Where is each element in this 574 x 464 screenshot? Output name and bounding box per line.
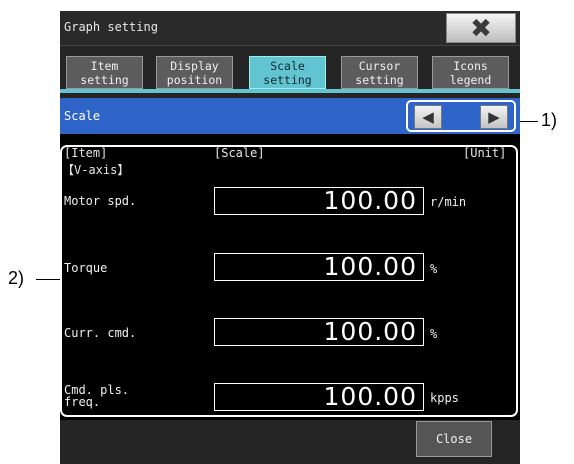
scale-input-torque[interactable]: 100.00: [214, 252, 424, 281]
callout-line-2: [36, 279, 60, 280]
unit-command-pulse-frequency: kpps: [430, 391, 459, 405]
row-label-torque: Torque: [64, 261, 108, 275]
row-label-motor-speed: Motor spd.: [64, 194, 137, 208]
triangle-right-icon: ▶: [488, 108, 500, 126]
tab-cursor-setting[interactable]: Cursor setting: [341, 56, 418, 89]
row-label-command-pulse-frequency: Cmd. pls. freq.: [64, 383, 130, 409]
triangle-left-icon: ◀: [422, 108, 434, 126]
column-header-unit: [Unit]: [463, 146, 507, 160]
column-header-scale: [Scale]: [214, 146, 265, 160]
unit-motor-speed: r/min: [430, 195, 467, 209]
scale-input-current-command[interactable]: 100.00: [214, 317, 424, 346]
tab-icons-legend[interactable]: Icons legend: [432, 56, 509, 89]
close-button[interactable]: Close: [416, 421, 492, 457]
callout-2: 2): [8, 268, 25, 288]
tab-item-setting[interactable]: Item setting: [66, 56, 143, 89]
tab-scale-setting[interactable]: Scale setting: [249, 56, 326, 89]
scale-value: 100.00: [323, 317, 417, 346]
scale-list-frame: [60, 145, 518, 417]
scale-value: 100.00: [323, 252, 417, 281]
unit-current-command: %: [430, 327, 438, 341]
scale-bar-label: Scale: [64, 109, 101, 123]
axis-label: 【V-axis】: [62, 163, 130, 177]
scale-input-motor-speed[interactable]: 100.00: [214, 186, 424, 215]
close-x-icon: ✖: [470, 14, 492, 44]
title-bar: Graph setting ✖: [60, 11, 520, 46]
callout-1: 1): [541, 110, 558, 130]
scale-input-command-pulse-frequency[interactable]: 100.00: [214, 382, 424, 411]
unit-torque: %: [430, 262, 438, 276]
column-header-item: [Item]: [64, 146, 108, 160]
row-label-current-command: Curr. cmd.: [64, 326, 137, 340]
window-title: Graph setting: [64, 20, 158, 34]
callout-line-1: [520, 121, 538, 122]
scale-value: 100.00: [323, 382, 417, 411]
scale-value: 100.00: [323, 186, 417, 215]
close-window-button[interactable]: ✖: [446, 13, 516, 44]
next-axis-button[interactable]: ▶: [480, 105, 508, 129]
graph-setting-window: Graph setting ✖ Item setting Display pos…: [60, 11, 520, 464]
tab-display-position[interactable]: Display position: [156, 56, 233, 89]
tab-underline: [60, 89, 520, 93]
previous-axis-button[interactable]: ◀: [414, 105, 442, 129]
